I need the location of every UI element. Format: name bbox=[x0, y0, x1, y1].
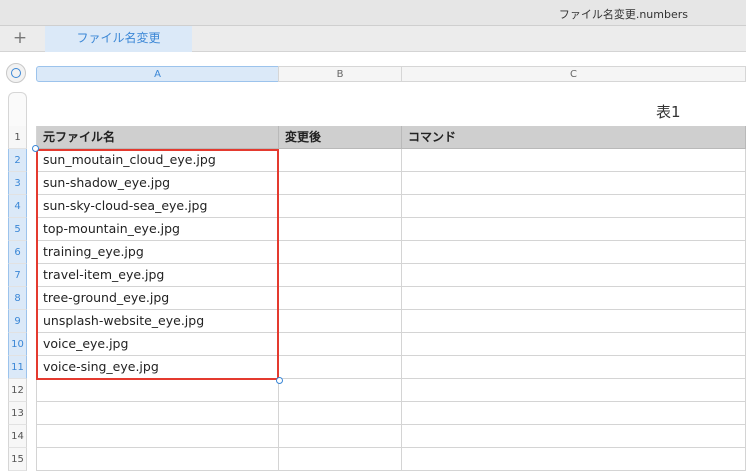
table-row: top-mountain_eye.jpg bbox=[36, 218, 746, 241]
row-header-top bbox=[8, 92, 27, 126]
table-cell[interactable] bbox=[402, 195, 746, 218]
row-header-6[interactable]: 6 bbox=[8, 241, 27, 264]
table-cell[interactable]: unsplash-website_eye.jpg bbox=[36, 310, 279, 333]
table-cell[interactable] bbox=[402, 402, 746, 425]
row-header-12[interactable]: 12 bbox=[8, 379, 27, 402]
table-cell[interactable] bbox=[279, 333, 402, 356]
table-cell[interactable] bbox=[402, 310, 746, 333]
table-cell[interactable]: voice_eye.jpg bbox=[36, 333, 279, 356]
table-cell[interactable] bbox=[36, 379, 279, 402]
table-row: voice-sing_eye.jpg bbox=[36, 356, 746, 379]
circle-icon bbox=[11, 68, 21, 78]
table-cell[interactable]: voice-sing_eye.jpg bbox=[36, 356, 279, 379]
selection-handle-bottom-right[interactable] bbox=[276, 377, 283, 384]
table-row: tree-ground_eye.jpg bbox=[36, 287, 746, 310]
table-cell[interactable] bbox=[402, 379, 746, 402]
table-row: sun_moutain_cloud_eye.jpg bbox=[36, 149, 746, 172]
table-cell[interactable] bbox=[279, 195, 402, 218]
row-header-15[interactable]: 15 bbox=[8, 448, 27, 471]
table-row bbox=[36, 379, 746, 402]
table-row: travel-item_eye.jpg bbox=[36, 264, 746, 287]
table-cell[interactable] bbox=[402, 149, 746, 172]
table-cell[interactable]: tree-ground_eye.jpg bbox=[36, 287, 279, 310]
column-headers: A B C bbox=[36, 66, 746, 82]
table-cell[interactable] bbox=[279, 287, 402, 310]
table-cell[interactable] bbox=[36, 425, 279, 448]
table-cell[interactable] bbox=[402, 333, 746, 356]
table-cell[interactable] bbox=[402, 287, 746, 310]
selection-handle-top-left[interactable] bbox=[32, 145, 39, 152]
table-row: sun-sky-cloud-sea_eye.jpg bbox=[36, 195, 746, 218]
row-header-11[interactable]: 11 bbox=[8, 356, 27, 379]
row-header-7[interactable]: 7 bbox=[8, 264, 27, 287]
row-header-3[interactable]: 3 bbox=[8, 172, 27, 195]
table-row bbox=[36, 448, 746, 471]
table-cell[interactable]: sun_moutain_cloud_eye.jpg bbox=[36, 149, 279, 172]
table-cell[interactable] bbox=[279, 264, 402, 287]
table-cell[interactable] bbox=[402, 448, 746, 471]
row-header-5[interactable]: 5 bbox=[8, 218, 27, 241]
row-header-10[interactable]: 10 bbox=[8, 333, 27, 356]
table-header-row: 元ファイル名 変更後 コマンド bbox=[36, 126, 746, 149]
table-cell[interactable]: training_eye.jpg bbox=[36, 241, 279, 264]
row-header-2[interactable]: 2 bbox=[8, 149, 27, 172]
table-cell[interactable] bbox=[279, 402, 402, 425]
table-cell[interactable] bbox=[279, 379, 402, 402]
table-cell[interactable] bbox=[402, 356, 746, 379]
table-row: voice_eye.jpg bbox=[36, 333, 746, 356]
table-row: training_eye.jpg bbox=[36, 241, 746, 264]
select-all-button[interactable] bbox=[6, 63, 26, 83]
table-cell[interactable]: top-mountain_eye.jpg bbox=[36, 218, 279, 241]
row-header-9[interactable]: 9 bbox=[8, 310, 27, 333]
table-cell[interactable] bbox=[279, 172, 402, 195]
table-row: unsplash-website_eye.jpg bbox=[36, 310, 746, 333]
sheet-tab[interactable]: ファイル名変更 bbox=[45, 26, 192, 52]
row-header-1[interactable]: 1 bbox=[8, 126, 27, 149]
column-header-a[interactable]: A bbox=[36, 66, 279, 82]
table-cell[interactable] bbox=[279, 149, 402, 172]
sheet-tab-bar: + ファイル名変更 bbox=[0, 26, 746, 52]
table-cell[interactable] bbox=[36, 402, 279, 425]
table-cell[interactable] bbox=[402, 172, 746, 195]
row-header-14[interactable]: 14 bbox=[8, 425, 27, 448]
table-cell[interactable] bbox=[279, 241, 402, 264]
column-header-b[interactable]: B bbox=[278, 66, 402, 82]
window-title: ファイル名変更.numbers bbox=[558, 8, 688, 21]
table-cell[interactable] bbox=[402, 218, 746, 241]
table-cell[interactable] bbox=[279, 356, 402, 379]
table-row: sun-shadow_eye.jpg bbox=[36, 172, 746, 195]
table-cell[interactable] bbox=[279, 448, 402, 471]
header-cell-command[interactable]: コマンド bbox=[402, 126, 746, 149]
row-header-13[interactable]: 13 bbox=[8, 402, 27, 425]
table-row bbox=[36, 402, 746, 425]
table-cell[interactable] bbox=[36, 448, 279, 471]
table-cell[interactable] bbox=[402, 241, 746, 264]
table-cell[interactable] bbox=[402, 425, 746, 448]
table-cell[interactable] bbox=[279, 310, 402, 333]
column-header-c[interactable]: C bbox=[401, 66, 746, 82]
table-cell[interactable] bbox=[279, 218, 402, 241]
header-cell-renamed[interactable]: 変更後 bbox=[279, 126, 402, 149]
table-name[interactable]: 表1 bbox=[656, 101, 681, 122]
table-cell[interactable]: sun-sky-cloud-sea_eye.jpg bbox=[36, 195, 279, 218]
table-cell[interactable]: sun-shadow_eye.jpg bbox=[36, 172, 279, 195]
row-header-4[interactable]: 4 bbox=[8, 195, 27, 218]
row-header-8[interactable]: 8 bbox=[8, 287, 27, 310]
table-cell[interactable] bbox=[279, 425, 402, 448]
window-title-bar: ファイル名変更.numbers bbox=[0, 0, 746, 26]
table-cell[interactable] bbox=[402, 264, 746, 287]
table-cell[interactable]: travel-item_eye.jpg bbox=[36, 264, 279, 287]
add-sheet-button[interactable]: + bbox=[10, 28, 30, 48]
header-cell-original-name[interactable]: 元ファイル名 bbox=[36, 126, 279, 149]
table-row bbox=[36, 425, 746, 448]
